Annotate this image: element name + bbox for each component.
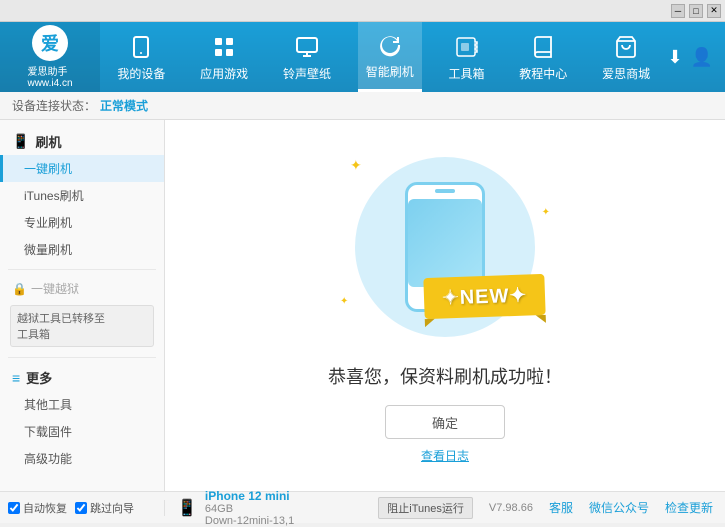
sparkle-icon-3: ✦	[340, 296, 348, 307]
new-badge: ✦NEW✦	[424, 276, 545, 317]
auto-dismiss-checkbox[interactable]: 自动恢复	[8, 500, 67, 516]
sidebar-item-micro-flash[interactable]: 微量刷机	[0, 236, 164, 263]
shop-icon	[612, 33, 640, 61]
logo-subtitle: 爱思助手 www.i4.cn	[27, 63, 72, 89]
sidebar-divider-2	[8, 357, 156, 358]
music-icon	[293, 33, 321, 61]
content-area: ✦ ✦ ✦ ✦NEW✦ 恭喜您，保资料刷机成功啦！ 确定 查看日志	[165, 120, 725, 491]
sparkle-icon-2: ✦	[542, 207, 550, 218]
nav-ringtones[interactable]: 铃声壁纸	[275, 22, 339, 92]
book-icon	[529, 33, 557, 61]
nav-toolbox[interactable]: 工具箱	[441, 22, 493, 92]
illustration: ✦ ✦ ✦ ✦NEW✦	[335, 147, 555, 347]
maximize-button[interactable]: □	[689, 4, 703, 18]
header-right: ⬇ 👤	[667, 47, 725, 68]
device-phone-icon: 📱	[177, 498, 197, 518]
nav-shop[interactable]: 爱思商城	[594, 22, 658, 92]
user-button[interactable]: 👤	[691, 47, 713, 68]
sidebar: 📱 刷机 一键刷机 iTunes刷机 专业刷机 微量刷机 🔒 一键越狱 越狱工具…	[0, 120, 165, 491]
phone-screen	[408, 199, 482, 287]
device-model: Down-12mini-13,1	[205, 515, 294, 527]
phone-notch	[435, 189, 455, 193]
download-button[interactable]: ⬇	[667, 47, 682, 68]
skip-wizard-input[interactable]	[75, 502, 87, 514]
logo-icon: 爱	[32, 25, 68, 61]
minimize-button[interactable]: ─	[671, 4, 685, 18]
sidebar-locked-jailbreak: 🔒 一键越狱	[0, 276, 164, 301]
sparkle-icon-1: ✦	[350, 157, 362, 174]
close-button[interactable]: ✕	[707, 4, 721, 18]
bottom-left-checkboxes: 自动恢复 跳过向导	[0, 500, 165, 516]
nav-items: 我的设备 应用游戏 铃声壁纸 智能刷机 工具箱	[100, 22, 667, 92]
nav-apps[interactable]: 应用游戏	[192, 22, 256, 92]
sidebar-jailbreak-note: 越狱工具已转移至工具箱	[10, 305, 154, 347]
sidebar-item-pro-flash[interactable]: 专业刷机	[0, 209, 164, 236]
sidebar-item-one-click-flash[interactable]: 一键刷机	[0, 155, 164, 182]
sidebar-item-itunes-flash[interactable]: iTunes刷机	[0, 182, 164, 209]
auto-dismiss-input[interactable]	[8, 502, 20, 514]
skip-wizard-checkbox[interactable]: 跳过向导	[75, 500, 134, 516]
new-text: ✦NEW✦	[441, 285, 527, 310]
check-update-link[interactable]: 检查更新	[665, 499, 713, 516]
apps-icon	[210, 33, 238, 61]
main-area: 📱 刷机 一键刷机 iTunes刷机 专业刷机 微量刷机 🔒 一键越狱 越狱工具…	[0, 120, 725, 491]
customer-service-link[interactable]: 客服	[549, 499, 573, 516]
refresh-icon	[376, 31, 404, 59]
wechat-link[interactable]: 微信公众号	[589, 499, 649, 516]
more-group-icon: ≡	[12, 370, 20, 386]
logo-area: 爱 爱思助手 www.i4.cn	[0, 22, 100, 92]
status-label: 设备连接状态：	[12, 97, 96, 114]
status-bar: 设备连接状态： 正常模式	[0, 92, 725, 120]
version-text: V7.98.66	[489, 502, 533, 514]
title-bar: ─ □ ✕	[0, 0, 725, 22]
nav-my-device[interactable]: 我的设备	[109, 22, 173, 92]
status-value: 正常模式	[100, 97, 148, 114]
nav-smart-flash[interactable]: 智能刷机	[358, 22, 422, 92]
device-text: iPhone 12 mini 64GB Down-12mini-13,1	[205, 489, 294, 527]
device-storage: 64GB	[205, 503, 294, 515]
confirm-button[interactable]: 确定	[385, 405, 505, 439]
nav-tutorials[interactable]: 教程中心	[511, 22, 575, 92]
phone-icon	[127, 33, 155, 61]
success-message: 恭喜您，保资料刷机成功啦！	[328, 363, 562, 389]
view-log-link[interactable]: 查看日志	[421, 447, 469, 464]
bottom-bar: 自动恢复 跳过向导 📱 iPhone 12 mini 64GB Down-12m…	[0, 491, 725, 523]
sidebar-divider-1	[8, 269, 156, 270]
header: 爱 爱思助手 www.i4.cn 我的设备 应用游戏 铃声壁纸	[0, 22, 725, 92]
flash-group-icon: 📱	[12, 133, 29, 150]
sidebar-group-more: ≡ 更多	[0, 364, 164, 391]
device-info: 📱 iPhone 12 mini 64GB Down-12mini-13,1	[165, 489, 366, 527]
sidebar-item-download-firmware[interactable]: 下载固件	[0, 418, 164, 445]
tools-icon	[453, 33, 481, 61]
sidebar-item-other-tools[interactable]: 其他工具	[0, 391, 164, 418]
new-ribbon: ✦NEW✦	[423, 274, 546, 319]
bottom-right: 阻止iTunes运行 V7.98.66 客服 微信公众号 检查更新	[366, 497, 725, 519]
stop-itunes-button[interactable]: 阻止iTunes运行	[378, 497, 473, 519]
sidebar-item-advanced[interactable]: 高级功能	[0, 445, 164, 472]
sidebar-group-flash: 📱 刷机	[0, 128, 164, 155]
